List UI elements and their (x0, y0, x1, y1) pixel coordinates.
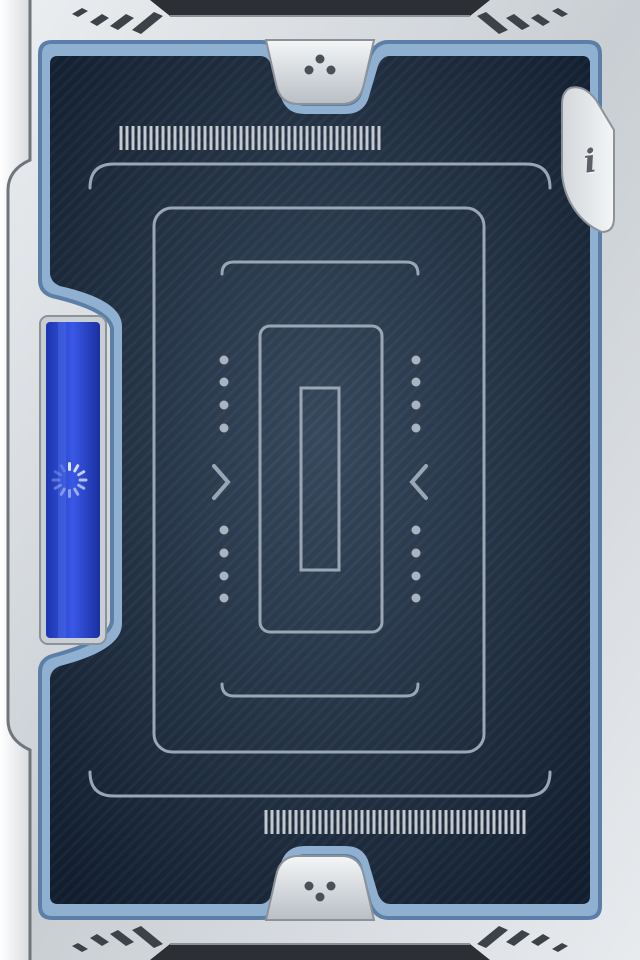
top-notch (264, 39, 376, 105)
info-button[interactable]: i (566, 100, 614, 220)
bottom-slot (150, 944, 490, 960)
device-frame (0, 0, 640, 960)
bottom-notch (264, 855, 376, 921)
info-icon: i (581, 141, 599, 181)
loading-spinner-icon (48, 458, 92, 502)
top-slot (150, 0, 490, 16)
game-screen: i (0, 0, 640, 960)
